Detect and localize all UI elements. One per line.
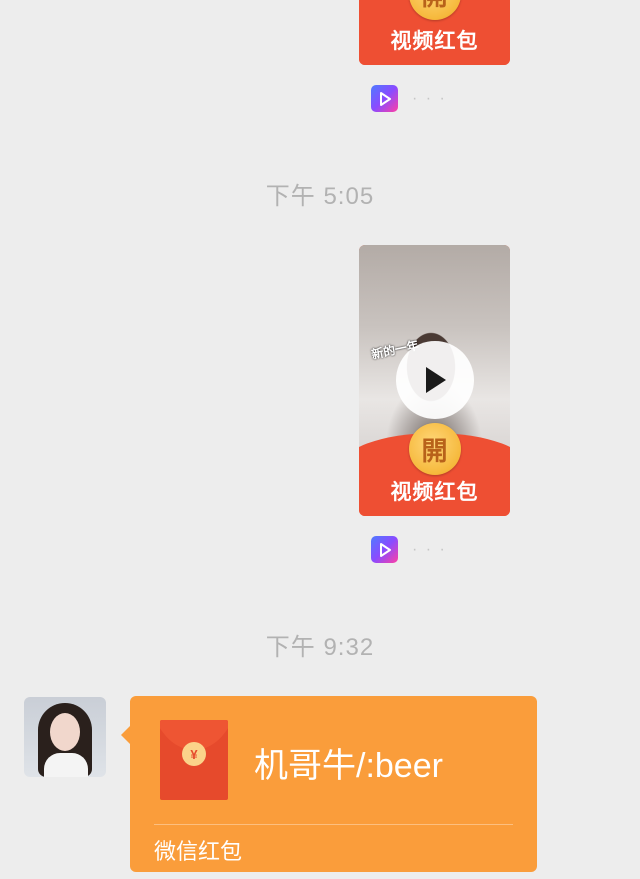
channel-name: · · · <box>412 540 447 558</box>
channel-source-row-top[interactable]: · · · <box>371 85 447 112</box>
channel-name: · · · <box>412 89 447 107</box>
play-button[interactable] <box>396 341 474 419</box>
video-packet-label: 视频红包 <box>390 30 479 53</box>
open-coin-icon[interactable]: 開 <box>408 423 461 475</box>
video-red-packet-top[interactable]: 開 视频红包 <box>359 0 510 65</box>
yuan-coin-icon: ¥ <box>182 742 206 766</box>
red-packet-footer: 微信红包 <box>154 839 243 864</box>
video-packet-label: 视频红包 <box>390 481 479 504</box>
video-channel-icon <box>371 85 398 112</box>
red-envelope-icon: ¥ <box>160 720 228 800</box>
timestamp: 下午 5:05 <box>265 183 375 210</box>
timestamp: 下午 9:32 <box>265 634 375 661</box>
play-icon <box>426 367 446 393</box>
video-red-packet[interactable]: 新的一年 開 视频红包 <box>359 245 510 516</box>
divider <box>154 824 513 825</box>
video-channel-icon <box>371 536 398 563</box>
bubble-tail <box>121 726 130 744</box>
channel-source-row[interactable]: · · · <box>371 536 447 563</box>
red-packet-greeting: 机哥牛/:beer <box>254 747 443 785</box>
avatar[interactable] <box>24 697 106 777</box>
wechat-red-packet-bubble[interactable]: ¥ 机哥牛/:beer 微信红包 <box>121 696 537 872</box>
